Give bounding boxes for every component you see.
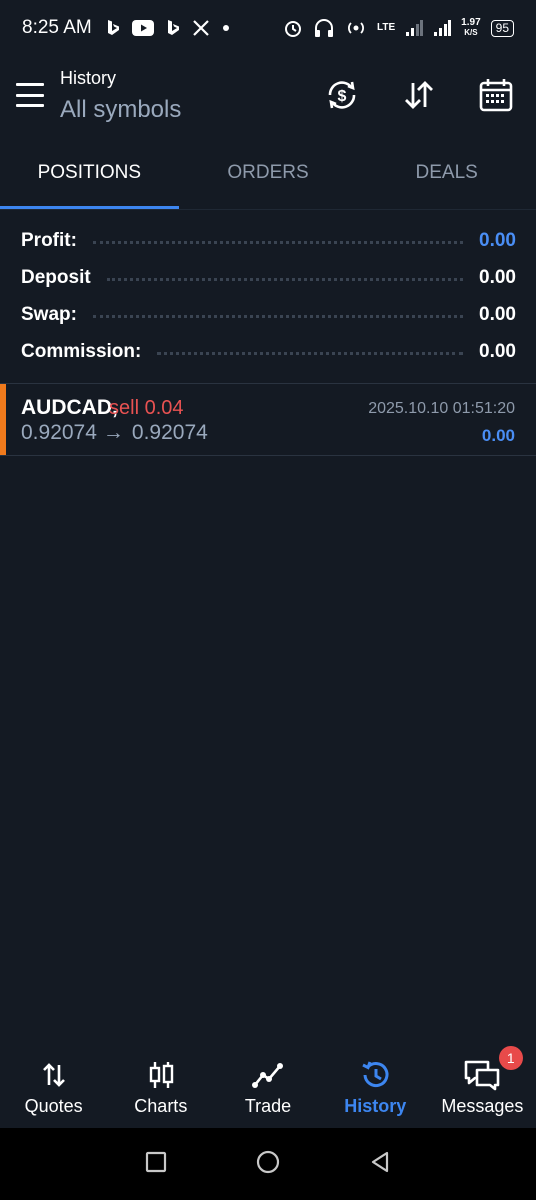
history-summary: Profit: 0.00 Deposit 0.00 Swap: 0.00 Com… — [21, 222, 516, 370]
history-tabs: POSITIONS ORDERS DEALS — [0, 150, 536, 210]
page-title: History — [60, 68, 117, 88]
headphones-icon — [313, 18, 335, 38]
position-symbol: AUDCAD, — [21, 396, 118, 419]
summary-row-profit: Profit: 0.00 — [21, 222, 516, 259]
summary-value: 0.00 — [479, 266, 516, 288]
unread-badge: 1 — [498, 1046, 523, 1070]
candlestick-icon — [107, 1048, 214, 1092]
tab-deals[interactable]: DEALS — [357, 150, 536, 209]
divider — [0, 455, 536, 456]
nav-messages[interactable]: Messages 1 — [429, 1046, 536, 1128]
bottom-nav: Quotes Charts Trade History Messages 1 — [0, 1046, 536, 1128]
symbol-filter[interactable]: All symbols — [60, 96, 181, 124]
position-profit: 0.00 — [481, 426, 515, 445]
recents-icon[interactable] — [144, 1150, 168, 1179]
nav-label: Charts — [134, 1096, 188, 1116]
nav-label: Trade — [244, 1096, 292, 1116]
summary-label: Profit: — [21, 229, 77, 251]
sort-arrows-icon[interactable] — [398, 74, 440, 116]
quotes-arrows-icon — [0, 1048, 107, 1092]
summary-value: 0.00 — [479, 303, 516, 325]
signal-icon — [405, 20, 424, 36]
dotted-leader — [157, 352, 464, 355]
position-datetime: 2025.10.10 01:51:20 — [368, 400, 515, 417]
close-price: 0.92074 — [131, 421, 208, 444]
nav-label: History — [344, 1096, 407, 1116]
network-type: LTE — [377, 22, 396, 33]
calendar-icon[interactable] — [475, 74, 517, 116]
nav-charts[interactable]: Charts — [107, 1048, 214, 1128]
nav-quotes[interactable]: Quotes — [0, 1048, 107, 1128]
history-clock-icon — [322, 1048, 429, 1092]
bing-icon — [166, 19, 180, 37]
network-speed: 1.97 K/S — [461, 17, 481, 38]
currency-refresh-icon[interactable]: $ — [321, 74, 363, 116]
bing-icon — [106, 19, 120, 37]
home-icon[interactable] — [255, 1149, 281, 1180]
price-arrow: → — [102, 421, 124, 444]
status-time: 8:25 AM — [22, 17, 92, 38]
summary-row-swap: Swap: 0.00 — [21, 296, 516, 333]
summary-value: 0.00 — [479, 229, 516, 251]
svg-text:$: $ — [338, 88, 347, 105]
dotted-leader — [92, 315, 464, 318]
x-icon — [192, 19, 210, 37]
app-header: History All symbols $ — [0, 62, 536, 132]
tab-positions[interactable]: POSITIONS — [0, 150, 179, 209]
position-marker — [0, 384, 6, 455]
position-row[interactable]: AUDCAD, sell 0.04 0.92074 → 0.92074 2025.1… — [0, 384, 536, 455]
open-price: 0.92074 — [21, 421, 97, 444]
battery-level: 95 — [490, 19, 514, 37]
back-icon[interactable] — [368, 1150, 392, 1179]
signal-icon — [433, 20, 452, 36]
system-nav-bar — [0, 1128, 536, 1200]
status-bar: 8:25 AM LTE 1.97 K/S 95 — [0, 0, 536, 56]
position-side: sell 0.04 — [109, 397, 184, 419]
alarm-icon — [283, 18, 303, 38]
nav-history[interactable]: History — [322, 1048, 429, 1128]
summary-label: Deposit — [21, 266, 91, 288]
nav-trade[interactable]: Trade — [214, 1048, 321, 1128]
nav-label: Messages — [441, 1096, 524, 1116]
dotted-leader — [106, 278, 464, 281]
nav-label: Quotes — [24, 1096, 83, 1116]
summary-value: 0.00 — [479, 340, 516, 362]
dot-icon — [222, 24, 230, 32]
summary-row-commission: Commission: 0.00 — [21, 333, 516, 370]
hotspot-icon — [345, 19, 367, 37]
summary-row-deposit: Deposit 0.00 — [21, 259, 516, 296]
tab-orders[interactable]: ORDERS — [179, 150, 358, 209]
summary-label: Commission: — [21, 340, 142, 362]
youtube-icon — [131, 20, 154, 36]
position-prices: 0.92074 → 0.92074 — [21, 421, 208, 445]
menu-icon[interactable] — [14, 80, 46, 110]
trade-line-icon — [214, 1048, 321, 1092]
summary-label: Swap: — [21, 303, 77, 325]
dotted-leader — [92, 241, 464, 244]
